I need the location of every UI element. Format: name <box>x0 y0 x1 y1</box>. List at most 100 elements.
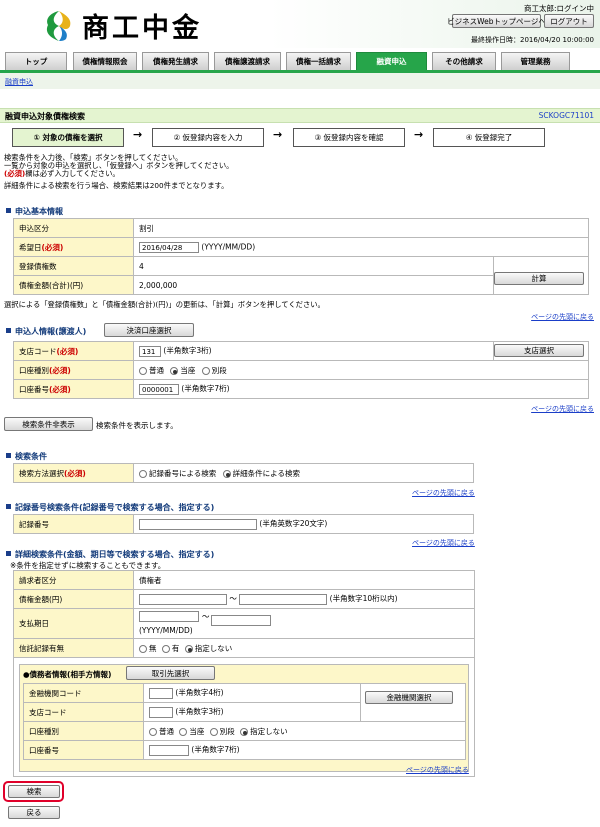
section-basic-title: 申込基本情報 <box>6 206 63 217</box>
logo-text: 商工中金 <box>82 13 202 44</box>
tab-2[interactable]: 債権発生請求 <box>142 52 209 70</box>
branch-label: 支店コード <box>19 346 57 356</box>
instruction-line: 詳細条件による検索を行う場合、検索結果は200件までとなります。 <box>4 181 229 190</box>
tab-3[interactable]: 債権譲渡請求 <box>214 52 281 70</box>
requester-value: 債権者 <box>133 570 475 590</box>
page-top-link[interactable]: ページの先頭に戻る <box>412 538 475 548</box>
method-label: 検索方法選択 <box>19 468 64 478</box>
top-page-button[interactable]: ビジネスWebトップページへ <box>447 14 546 28</box>
counter-acct-no-input[interactable] <box>149 744 189 756</box>
section-record-title: 記録番号検索条件(記録番号で検索する場合、指定する) <box>6 502 214 513</box>
instruction-line: (必須)欄は必ず入力してください。 <box>4 170 233 178</box>
counterparty-select-button[interactable]: 取引先選択 <box>126 666 215 680</box>
step-arrow-icon: → <box>414 128 424 141</box>
bank-code-label: 金融機関コード <box>23 683 144 703</box>
amount-from-input[interactable] <box>139 593 227 605</box>
step-3: ③ 仮登録内容を確認 <box>293 128 405 147</box>
date-label: 希望日(必須) <box>13 237 134 257</box>
date-hint: (YYYY/MM/DD) <box>201 242 256 251</box>
counterparty-box: ●債務者情報(相手方情報) 取引先選択 金融機関コード (半角数字4桁) 支店コ… <box>19 664 469 772</box>
count-label: 登録債権数 <box>13 256 134 276</box>
search-by-record-radio[interactable] <box>139 469 147 478</box>
acct-type-radio-futsu[interactable] <box>139 366 147 375</box>
acct-type-radio-touza[interactable] <box>170 366 179 375</box>
counter-unspecified-radio[interactable] <box>240 727 249 736</box>
search-method-table: 検索方法選択(必須) 記録番号による検索 詳細条件による検索 <box>13 463 474 483</box>
page-top-link[interactable]: ページの先頭に戻る <box>531 312 594 322</box>
account-select-button[interactable]: 決済口座選択 <box>104 323 194 337</box>
counter-betsudan-radio[interactable] <box>209 727 218 736</box>
due-date-label: 支払期日 <box>13 608 134 639</box>
tab-5[interactable]: 融資申込 <box>356 52 427 70</box>
tab-1[interactable]: 債権情報照会 <box>73 52 137 70</box>
trust-label: 信託記録有無 <box>13 638 134 658</box>
bank-hint: (半角数字4桁) <box>175 688 224 698</box>
last-operation-time: 最終操作日時：2016/04/20 10:00:00 <box>470 36 594 44</box>
bank-select-button[interactable]: 金融機関選択 <box>365 691 453 704</box>
amount-range-label: 債権金額(円) <box>13 589 134 609</box>
tab-7[interactable]: 管理業務 <box>501 52 570 70</box>
acct-no-input[interactable]: 0000001 <box>139 383 179 395</box>
date-input[interactable]: 2016/04/28 <box>139 241 199 253</box>
bank-code-input[interactable] <box>149 687 173 699</box>
record-table: 記録番号 (半角英数字20文字) <box>13 514 474 534</box>
search-by-detail-radio[interactable] <box>222 469 231 478</box>
requester-label: 請求者区分 <box>13 570 134 590</box>
trust-none-radio[interactable] <box>139 644 147 653</box>
page-top-link[interactable]: ページの先頭に戻る <box>531 404 594 414</box>
record-number-input[interactable] <box>139 518 257 530</box>
tab-6[interactable]: その他請求 <box>432 52 496 70</box>
counter-branch-label: 支店コード <box>23 702 144 722</box>
kubun-value: 割引 <box>133 218 589 238</box>
step-1: ① 対象の債権を選択 <box>12 128 124 147</box>
instructions: 検索条件を入力後、「検索」ボタンを押してください。 一覧から対象の申込を選択し、… <box>4 154 233 190</box>
due-to-input[interactable] <box>211 614 271 626</box>
counterparty-title: ●債務者情報(相手方情報) <box>23 670 112 679</box>
step-2: ② 仮登録内容を入力 <box>152 128 264 147</box>
instruction-text: 欄は必ず入力してください。 <box>25 169 120 178</box>
record-label: 記録番号 <box>13 514 134 534</box>
kubun-label: 申込区分 <box>13 218 134 238</box>
page-top-link[interactable]: ページの先頭に戻る <box>406 765 469 775</box>
user-status: 商工太郎:ログイン中 <box>523 4 594 13</box>
branch-hint: (半角数字3桁) <box>163 346 212 356</box>
required-mark: (必須) <box>4 169 26 178</box>
due-from-input[interactable] <box>139 610 199 622</box>
section-detail-title: 詳細検索条件(金額、期日等で検索する場合、指定する) <box>6 549 214 560</box>
detail-table: 請求者区分 債権者 債権金額(円) 〜 (半角数字10桁以内) 支払期日〜 (YYY… <box>13 570 475 777</box>
logout-button[interactable]: ログアウト <box>544 14 594 28</box>
tab-0[interactable]: トップ <box>5 52 67 70</box>
amount-to-input[interactable] <box>239 593 328 605</box>
record-hint: (半角英数字20文字) <box>259 519 328 529</box>
back-button[interactable]: 戻る <box>8 806 60 819</box>
page-top-link[interactable]: ページの先頭に戻る <box>412 488 475 498</box>
trust-unspecified-radio[interactable] <box>184 644 193 653</box>
search-button[interactable]: 検索 <box>8 785 60 798</box>
step-4: ④ 仮登録完了 <box>433 128 545 147</box>
counter-acct-no-label: 口座番号 <box>23 740 144 760</box>
hide-search-conditions-button[interactable]: 検索条件非表示 <box>4 417 93 431</box>
page-title-bar <box>0 108 600 123</box>
counter-branch-hint: (半角数字3桁) <box>175 707 224 717</box>
count-value: 4 <box>133 256 494 276</box>
amount-value: 2,000,000 <box>133 275 494 295</box>
counter-futsu-radio[interactable] <box>149 727 157 736</box>
breadcrumb-link[interactable]: 融資申込 <box>5 77 33 87</box>
breadcrumb-bar <box>0 73 600 89</box>
counter-branch-input[interactable] <box>149 706 173 718</box>
tab-4[interactable]: 債権一括請求 <box>286 52 351 70</box>
calc-button[interactable]: 計算 <box>494 272 584 285</box>
acct-type-radio-betsudan[interactable] <box>201 366 210 375</box>
logo-icon <box>46 10 71 41</box>
branch-select-button[interactable]: 支店選択 <box>494 344 584 357</box>
screen-id: SCKOGC71101 <box>538 111 594 120</box>
acct-no-hint: (半角数字7桁) <box>181 384 230 394</box>
logo: 商工中金 <box>42 6 202 45</box>
due-hint: (YYYY/MM/DD) <box>139 625 193 635</box>
step-arrow-icon: → <box>273 128 283 141</box>
amount-label: 債権金額(合計)(円) <box>13 275 134 295</box>
counter-acct-no-hint: (半角数字7桁) <box>191 745 240 755</box>
counter-touza-radio[interactable] <box>179 727 188 736</box>
branch-input[interactable]: 131 <box>139 345 161 357</box>
trust-yes-radio[interactable] <box>161 644 170 653</box>
